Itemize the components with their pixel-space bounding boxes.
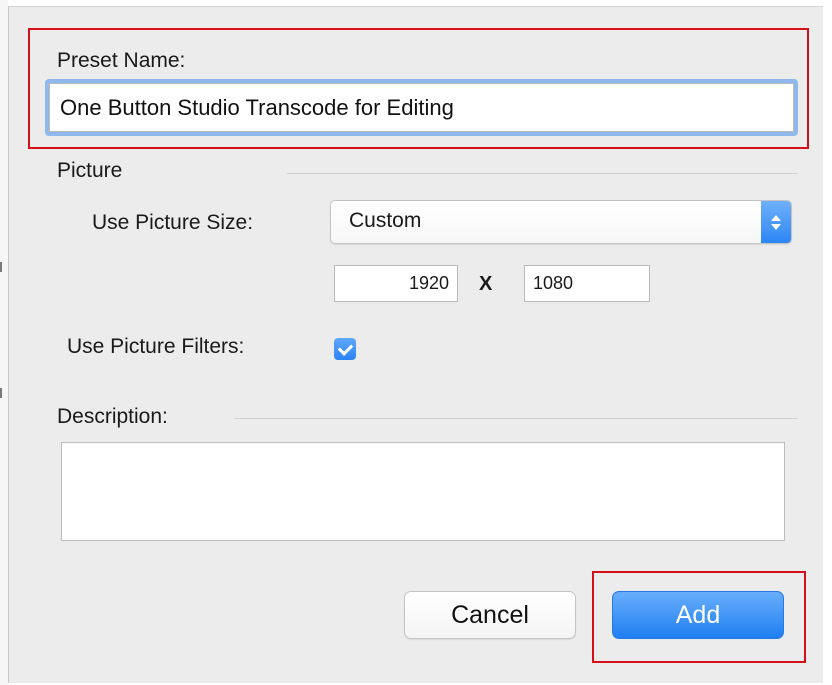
picture-height-field[interactable]: 1080 xyxy=(524,265,650,302)
picture-divider xyxy=(287,173,797,174)
description-divider xyxy=(235,418,797,419)
picture-width-field[interactable]: 1920 xyxy=(334,265,458,302)
picture-size-label: Use Picture Size: xyxy=(92,211,254,234)
dimension-separator: X xyxy=(479,273,493,295)
description-label: Description: xyxy=(57,405,168,428)
picture-size-popup[interactable]: Custom xyxy=(330,200,792,244)
picture-section-title: Picture xyxy=(57,159,123,182)
edge-tick xyxy=(0,388,2,398)
description-textarea[interactable] xyxy=(61,442,785,541)
cancel-button[interactable]: Cancel xyxy=(404,591,576,639)
checkmark-icon xyxy=(337,339,353,356)
picture-size-value: Custom xyxy=(349,209,422,232)
preset-dialog: Preset Name: Picture Use Picture Size: C… xyxy=(8,6,823,683)
window-left-edge xyxy=(0,0,8,685)
preset-name-input[interactable] xyxy=(49,83,794,132)
picture-filters-label: Use Picture Filters: xyxy=(67,335,245,358)
up-down-chevron-icon xyxy=(761,201,791,243)
add-button[interactable]: Add xyxy=(612,591,784,639)
picture-filters-checkbox[interactable] xyxy=(334,338,356,360)
edge-tick xyxy=(0,262,2,272)
preset-name-label: Preset Name: xyxy=(57,49,186,72)
